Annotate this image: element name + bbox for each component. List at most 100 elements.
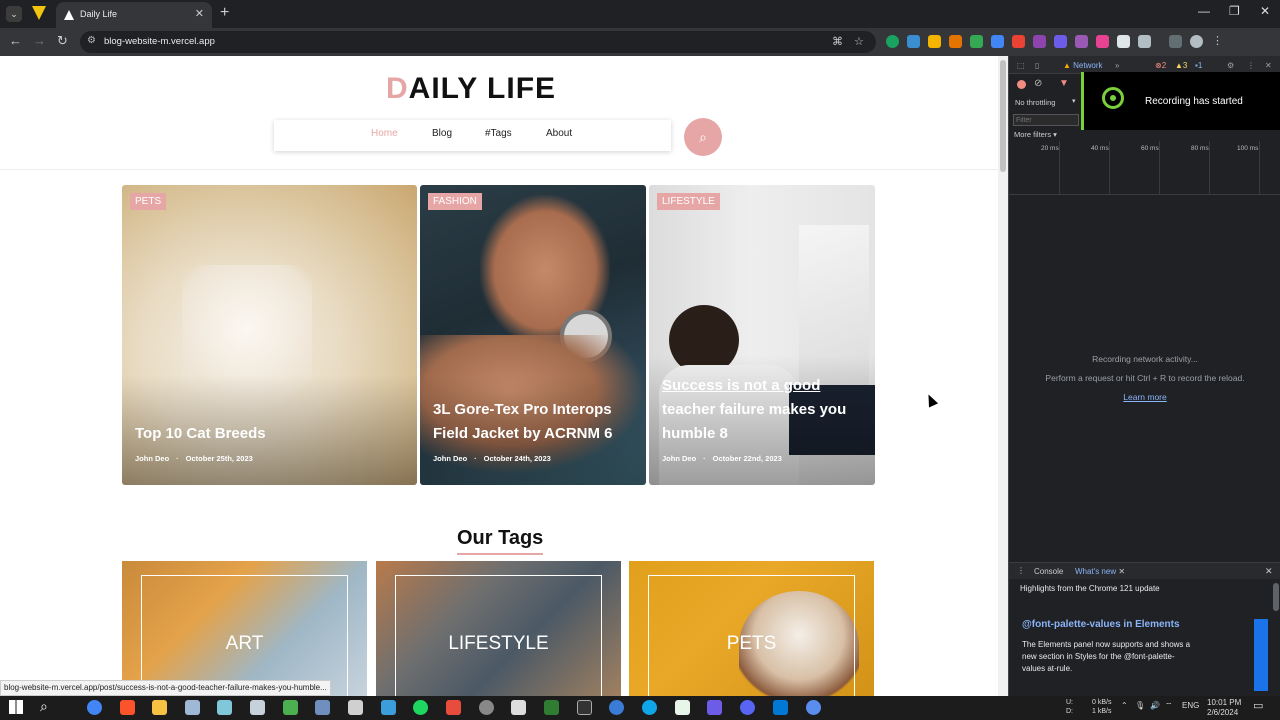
warning-count-icon[interactable]: ▲3 — [1175, 61, 1187, 70]
extension-icon[interactable] — [991, 35, 1004, 48]
taskbar-app-icon[interactable] — [217, 700, 232, 715]
notifications-icon[interactable]: ▭ — [1253, 699, 1263, 712]
grammarly-icon[interactable] — [886, 35, 899, 48]
windows-start-icon[interactable] — [9, 700, 23, 714]
drawer-menu-icon[interactable]: ⋮ — [1017, 566, 1025, 575]
side-panel-icon[interactable] — [1169, 35, 1182, 48]
nav-about[interactable]: About — [546, 128, 572, 139]
record-button-icon[interactable] — [1017, 80, 1026, 89]
scrollbar-thumb[interactable] — [1000, 60, 1006, 172]
extension-icon[interactable] — [1075, 35, 1088, 48]
clock-date[interactable]: 2/6/2024 — [1207, 708, 1238, 717]
taskbar-app-icon[interactable] — [315, 700, 330, 715]
taskbar-app-icon[interactable] — [707, 700, 722, 715]
restore-icon[interactable]: ❐ — [1229, 4, 1240, 18]
post-title[interactable]: 3L Gore-Tex Pro Interops Field Jacket by … — [433, 398, 613, 446]
tab-search-icon[interactable]: ⌄ — [6, 6, 22, 22]
close-tab-icon[interactable]: ✕ — [195, 7, 204, 20]
post-card-gore-tex[interactable]: FASHION 3L Gore-Tex Pro Interops Field Ja… — [420, 185, 646, 485]
volume-icon[interactable]: 🔊 — [1150, 701, 1160, 710]
brave-taskbar-icon[interactable] — [120, 700, 135, 715]
taskbar-app-icon[interactable] — [675, 700, 690, 715]
taskbar-search-icon[interactable]: ⌕ — [40, 698, 48, 715]
drawer-close-icon[interactable]: ✕ — [1265, 566, 1273, 577]
nav-home[interactable]: Home — [371, 128, 398, 139]
info-count-icon[interactable]: ▪1 — [1195, 61, 1202, 70]
taskbar-app-icon[interactable] — [544, 700, 559, 715]
extension-icon[interactable] — [1096, 35, 1109, 48]
filter-funnel-icon[interactable]: ▼ — [1059, 78, 1069, 89]
file-explorer-icon[interactable] — [152, 700, 167, 715]
translate-icon[interactable]: ⌘ — [832, 35, 843, 48]
tag-card-art[interactable]: ART — [122, 561, 367, 696]
extension-icon[interactable] — [1033, 35, 1046, 48]
clear-icon[interactable]: ⊘ — [1034, 78, 1042, 89]
bookmark-star-icon[interactable]: ☆ — [854, 35, 864, 48]
extension-icon[interactable] — [1054, 35, 1067, 48]
category-badge[interactable]: FASHION — [428, 193, 482, 210]
settings-gear-icon[interactable]: ⚙ — [1227, 61, 1234, 70]
nav-blog[interactable]: Blog — [432, 128, 452, 139]
category-badge[interactable]: PETS — [130, 193, 167, 210]
taskbar-app-icon[interactable] — [446, 700, 461, 715]
reload-icon[interactable]: ↻ — [57, 33, 68, 49]
nav-tags[interactable]: #Tags — [485, 128, 512, 139]
tab-network[interactable]: ▲ Network — [1063, 61, 1103, 70]
post-title[interactable]: Top 10 Cat Breeds — [135, 422, 266, 446]
taskbar-app-icon[interactable] — [806, 700, 821, 715]
devtools-close-icon[interactable]: ✕ — [1265, 61, 1272, 70]
spotify-icon[interactable] — [413, 700, 428, 715]
back-icon[interactable]: ← — [9, 33, 22, 48]
post-title[interactable]: Success is not a good teacher failure mak… — [662, 374, 846, 446]
address-bar[interactable]: ⚙ blog-website-m.vercel.app ⌘ ☆ — [80, 31, 876, 53]
extension-icon[interactable] — [970, 35, 983, 48]
taskbar-app-icon[interactable] — [511, 700, 526, 715]
feature-title-link[interactable]: @font-palette-values in Elements — [1022, 619, 1180, 630]
vscode-icon[interactable] — [773, 700, 788, 715]
error-count-icon[interactable]: ⊗2 — [1155, 61, 1166, 70]
filter-input[interactable] — [1013, 114, 1079, 126]
tag-card-pets[interactable]: PETS — [629, 561, 874, 696]
extension-icon[interactable] — [1117, 35, 1130, 48]
new-tab-icon[interactable]: + — [220, 4, 229, 22]
forward-icon[interactable]: → — [33, 33, 46, 48]
taskbar-app-icon[interactable] — [283, 700, 298, 715]
tag-card-lifestyle[interactable]: LIFESTYLE — [376, 561, 621, 696]
minimize-icon[interactable]: — — [1198, 4, 1210, 18]
drawer-scrollbar[interactable] — [1273, 583, 1279, 611]
page-scrollbar[interactable] — [998, 56, 1008, 696]
kebab-menu-icon[interactable]: ⋮ — [1211, 35, 1224, 48]
extension-icon[interactable] — [928, 35, 941, 48]
wifi-icon[interactable]: ⌔ — [1165, 701, 1173, 711]
inspect-icon[interactable]: ⬚ — [1017, 61, 1025, 70]
profile-avatar-icon[interactable] — [1190, 35, 1203, 48]
extension-icon[interactable] — [907, 35, 920, 48]
taskbar-app-icon[interactable] — [185, 700, 200, 715]
device-toolbar-icon[interactable]: ▯ — [1035, 61, 1039, 70]
language-indicator[interactable]: ENG — [1182, 701, 1199, 710]
drawer-tab-whats-new[interactable]: What's new ✕ — [1075, 567, 1125, 576]
extension-icon[interactable] — [949, 35, 962, 48]
more-filters-button[interactable]: More filters ▾ — [1014, 130, 1057, 139]
edge-icon[interactable] — [642, 700, 657, 715]
taskbar-app-icon[interactable] — [479, 700, 494, 715]
mail-icon[interactable] — [381, 700, 396, 715]
microphone-icon[interactable]: 🎙 — [1135, 701, 1145, 710]
devtools-menu-icon[interactable]: ⋮ — [1247, 61, 1255, 70]
puzzle-extensions-icon[interactable] — [1138, 35, 1151, 48]
taskbar-app-icon[interactable] — [250, 700, 265, 715]
window-close-icon[interactable]: ✕ — [1260, 4, 1270, 18]
throttle-dropdown-icon[interactable]: ▾ — [1072, 97, 1076, 105]
category-badge[interactable]: LIFESTYLE — [657, 193, 720, 210]
drawer-tab-console[interactable]: Console — [1034, 567, 1063, 576]
tray-chevron-icon[interactable]: ⌃ — [1121, 701, 1128, 710]
site-logo[interactable]: DAILY LIFE — [386, 72, 556, 106]
chrome-taskbar-icon[interactable] — [87, 700, 102, 715]
taskbar-app-icon[interactable] — [348, 700, 363, 715]
extension-icon[interactable] — [1012, 35, 1025, 48]
taskbar-app-icon[interactable] — [609, 700, 624, 715]
learn-more-link[interactable]: Learn more — [1009, 392, 1280, 402]
more-tabs-icon[interactable]: » — [1115, 61, 1119, 70]
search-button[interactable]: ⌕ — [684, 118, 722, 156]
throttling-select[interactable]: No throttling — [1015, 98, 1055, 107]
